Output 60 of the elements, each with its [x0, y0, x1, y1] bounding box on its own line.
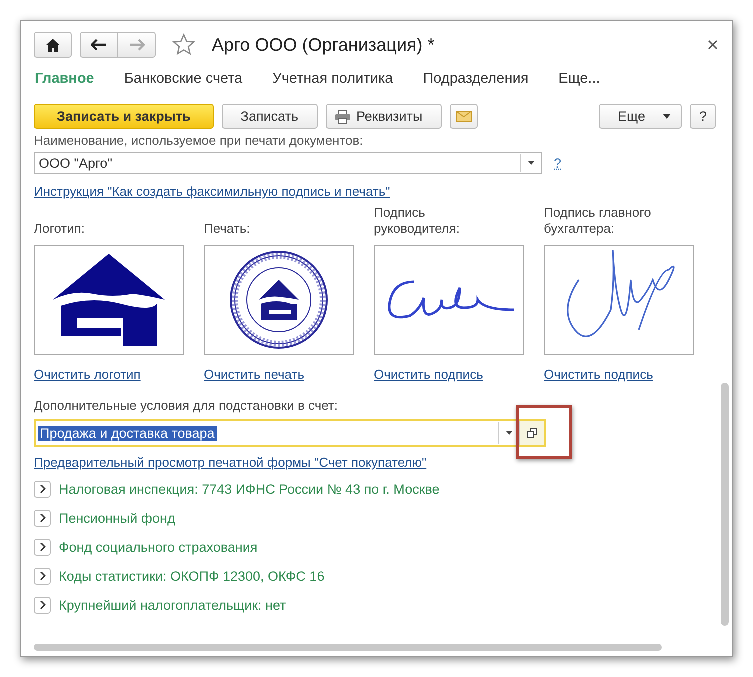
image-frame[interactable] [204, 245, 354, 355]
chevron-right-icon [40, 485, 46, 493]
image-frame[interactable] [34, 245, 184, 355]
preview-link[interactable]: Предварительный просмотр печатной формы "Счет покупателю" [34, 455, 427, 470]
image-label: Подпись руководителя: [374, 205, 462, 237]
help-link[interactable]: ? [554, 156, 562, 170]
print-details-button[interactable]: Реквизиты [326, 104, 442, 129]
clear-image-link[interactable]: Очистить печать [204, 367, 354, 382]
field-label: Дополнительные условия для подстановки в счет: [34, 398, 339, 413]
collapsible-group[interactable]: Пенсионный фонд [34, 508, 718, 528]
home-icon [46, 38, 60, 52]
collapsible-group[interactable]: Коды статистики: ОКОПФ 12300, ОКФС 16 [34, 566, 718, 586]
chevron-right-icon [40, 572, 46, 580]
clear-image-link[interactable]: Очистить подпись [374, 367, 524, 382]
caret-icon [663, 114, 672, 119]
window-title: Арго ООО (Организация) * [212, 34, 435, 56]
field-label: Наименование, используемое при печати документов: [34, 133, 364, 149]
dropdown-caret-icon [506, 431, 512, 435]
collapsible-group[interactable]: Фонд социального страхования [34, 537, 718, 557]
print-name-field[interactable]: ООО "Арго" [34, 152, 542, 174]
save-button[interactable]: Записать [222, 104, 318, 129]
image-label: Подпись главного бухгалтера: [544, 205, 652, 237]
expand-button[interactable] [34, 568, 51, 584]
vertical-scrollbar[interactable] [721, 383, 729, 626]
expand-button[interactable] [34, 596, 51, 614]
open-window-icon [527, 428, 537, 438]
instruction-link[interactable]: Инструкция "Как создать факсимильную подпись и печать" [34, 184, 390, 199]
section-tab[interactable]: Подразделения [423, 71, 529, 91]
conditions-field[interactable]: Продажа и доставка товара [34, 419, 546, 447]
home-button[interactable] [34, 32, 72, 58]
envelope-icon [456, 111, 472, 122]
collapsible-group[interactable]: Налоговая инспекция: 7743 ИФНС России № 43 по г. Москве [34, 479, 718, 499]
image-label: Печать: [204, 220, 252, 237]
section-tab[interactable]: Еще... [558, 71, 600, 91]
section-tab[interactable]: Учетная политика [272, 71, 394, 91]
collapsible-group[interactable]: Крупнейший налогоплательщик: нет [34, 595, 718, 615]
expand-button[interactable] [34, 538, 51, 556]
more-button[interactable]: Еще [599, 104, 682, 129]
printer-icon [334, 110, 350, 124]
save-and-close-button[interactable]: Записать и закрыть [34, 104, 214, 129]
chevron-right-icon [40, 601, 46, 609]
forward-arrow-icon [128, 39, 144, 51]
expand-button[interactable] [34, 480, 51, 498]
chevron-right-icon [40, 514, 46, 522]
chevron-right-icon [40, 543, 46, 551]
clear-image-link[interactable]: Очистить логотип [34, 367, 184, 382]
close-icon[interactable] [708, 40, 718, 50]
dropdown-caret-icon [528, 161, 534, 165]
clear-image-link[interactable]: Очистить подпись [544, 367, 694, 382]
back-arrow-icon [91, 39, 107, 51]
star-icon[interactable] [172, 33, 196, 57]
help-button[interactable]: ? [690, 104, 716, 129]
image-frame[interactable] [374, 245, 524, 355]
expand-button[interactable] [34, 510, 51, 526]
section-tab[interactable]: Банковские счета [124, 71, 243, 91]
email-button[interactable] [450, 104, 478, 129]
horizontal-scrollbar[interactable] [34, 644, 662, 651]
image-label: Логотип: [34, 220, 86, 237]
back-button[interactable] [80, 32, 118, 58]
open-button[interactable] [519, 421, 544, 445]
